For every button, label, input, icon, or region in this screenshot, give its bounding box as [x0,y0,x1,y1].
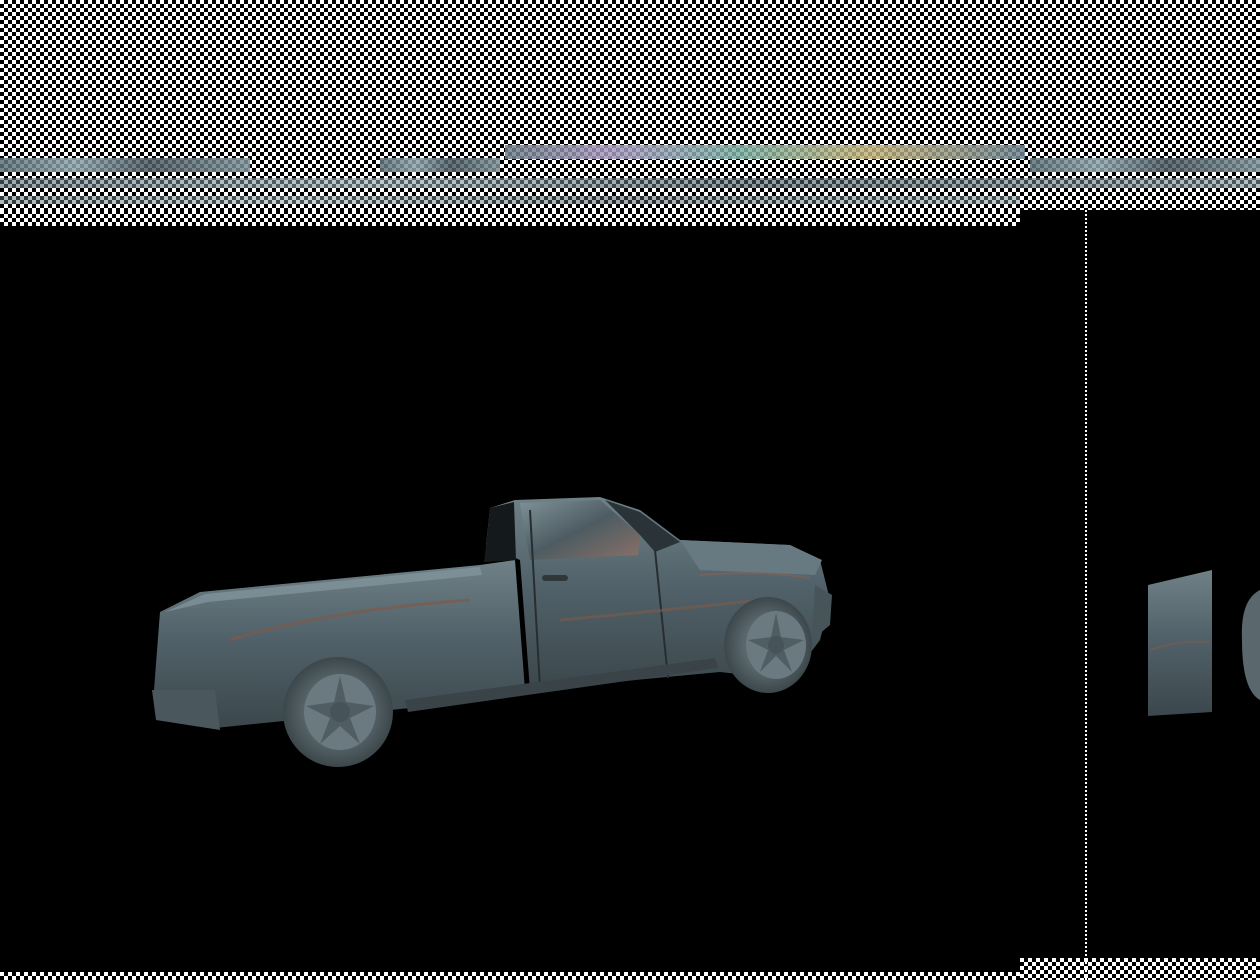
hood [680,540,822,575]
rear-wheel [283,657,393,767]
front-wheel [724,597,812,693]
truck-scene [152,497,1260,767]
rear-bumper [152,690,220,730]
render-viewport [0,0,1260,980]
pickup-truck [152,497,832,730]
truck-fragment-right [1148,570,1260,716]
door-handle [542,575,568,581]
cab-rear-glass [484,502,516,562]
